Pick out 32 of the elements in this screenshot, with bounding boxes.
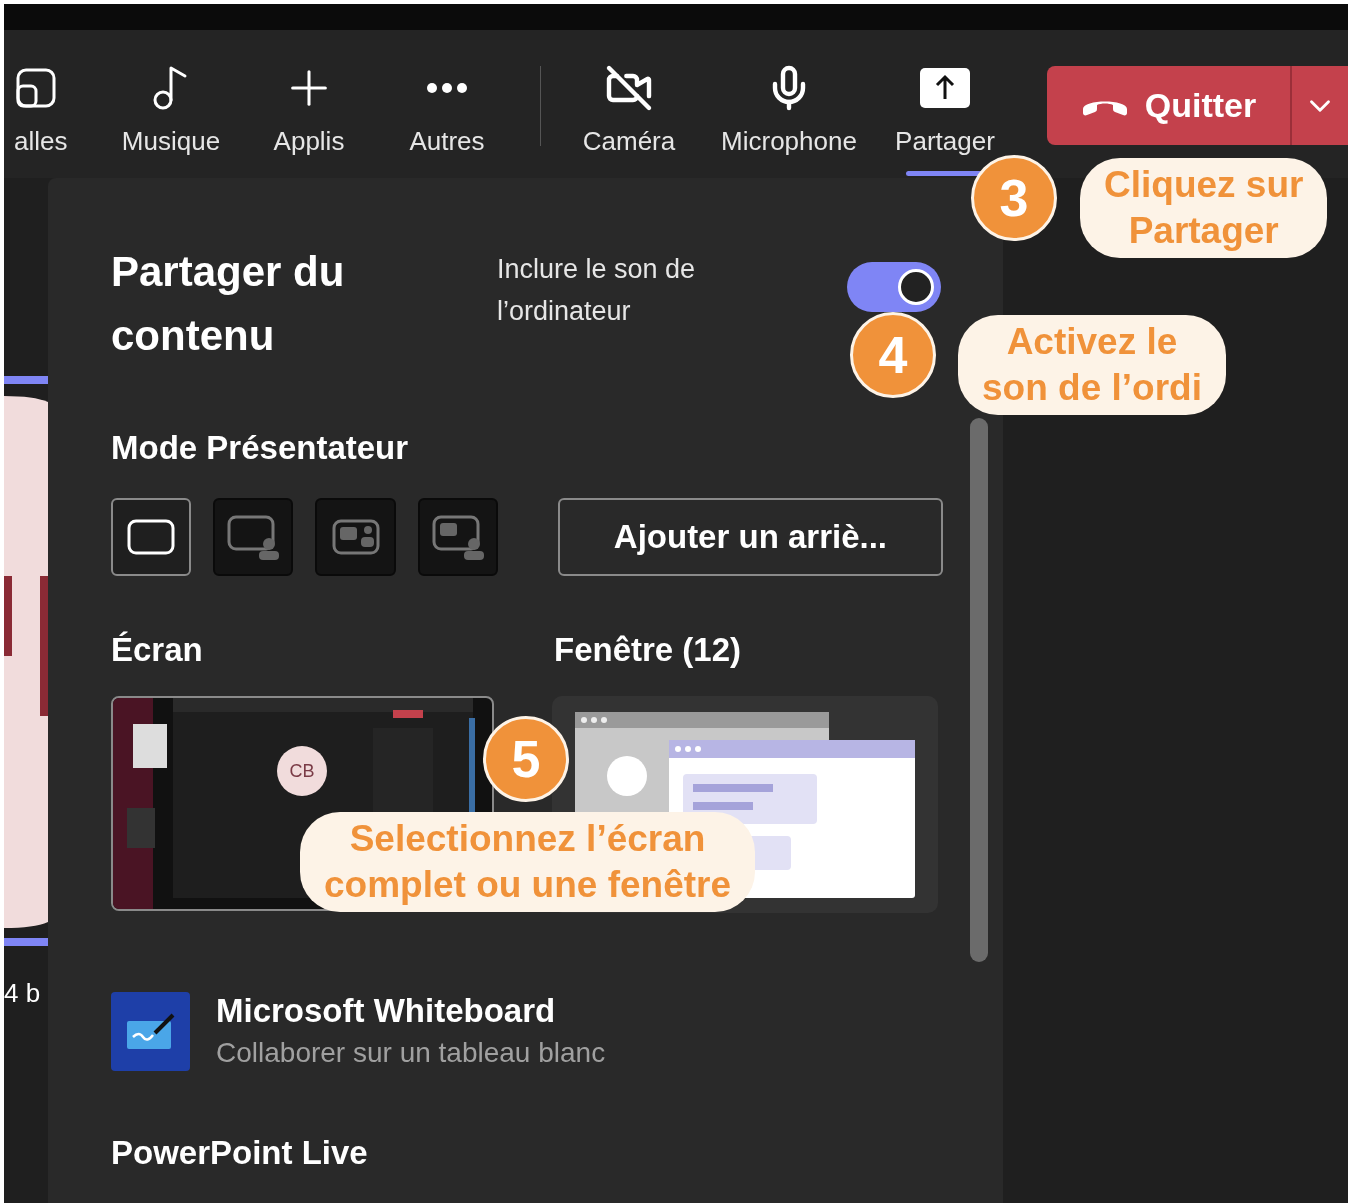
section-heading: Mode Présentateur — [111, 428, 410, 468]
standout-icon — [226, 514, 281, 560]
app-name[interactable]: Microsoft Whiteboard — [216, 991, 606, 1031]
toolbar-button[interactable]: Applis — [240, 30, 378, 178]
side-by-side-icon — [330, 518, 381, 556]
toolbar-button[interactable]: Musique — [102, 30, 240, 178]
more-icon — [426, 82, 468, 94]
whiteboard-app-icon — [111, 991, 190, 1071]
toolbar-button[interactable]: Autres — [378, 30, 516, 178]
app-name[interactable]: PowerPoint Live — [111, 1133, 943, 1173]
audio-toggle[interactable] — [847, 262, 941, 312]
camera-off-icon — [605, 64, 653, 112]
share-icon — [920, 68, 970, 108]
callout-text: son de l’ordi — [982, 366, 1202, 410]
reporter-icon — [430, 514, 485, 560]
callout-text: Partager — [1128, 209, 1279, 253]
section-heading: Écran — [111, 630, 204, 670]
presenter-mode-button[interactable] — [111, 498, 192, 576]
content-only-icon — [126, 518, 177, 556]
section-heading: Fenêtre (12) — [554, 630, 742, 670]
callout-text: Cliquez sur — [1104, 163, 1304, 207]
audio-toggle-label: Inclure le son de l’ordinateur — [497, 253, 697, 328]
toolbar-button[interactable]: Caméra — [553, 30, 705, 178]
toolbar-button[interactable]: Microphone — [705, 30, 873, 178]
rooms-icon — [14, 66, 58, 110]
add-background-button[interactable]: Ajouter un arriè... — [557, 498, 943, 576]
toolbar-button[interactable]: alles — [4, 30, 102, 178]
app-description: Collaborer sur un tableau blanc — [216, 1036, 606, 1070]
panel-title: Partager du contenu — [111, 247, 346, 361]
participant-name: 4 b — [4, 978, 42, 1008]
scrollbar[interactable] — [970, 418, 988, 962]
callout-text: Activez le — [1006, 320, 1178, 364]
